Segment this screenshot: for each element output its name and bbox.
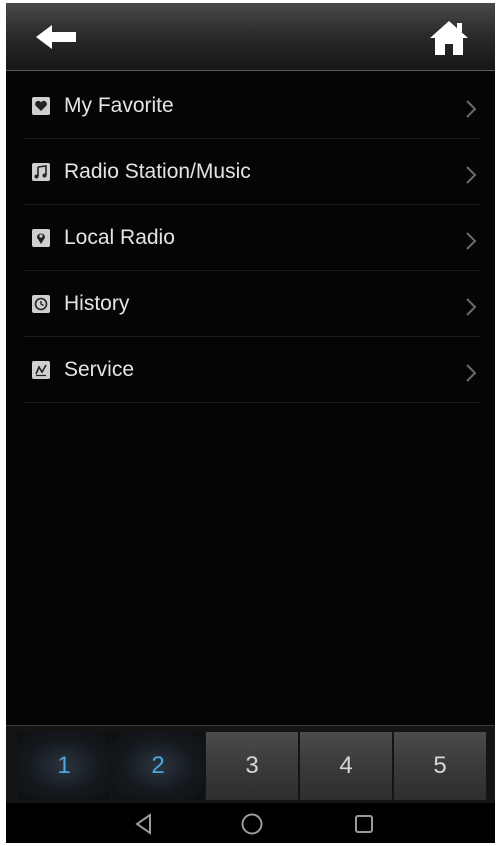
square-recents-icon: [355, 815, 373, 833]
menu-item-label: History: [64, 292, 130, 315]
menu-item-history[interactable]: History: [24, 271, 481, 337]
chevron-right-icon: [466, 364, 477, 382]
top-bar: [6, 3, 495, 71]
chevron-right-icon: [466, 100, 477, 118]
back-button[interactable]: [36, 23, 80, 51]
nav-back-button[interactable]: [131, 811, 157, 837]
heart-icon: [32, 97, 50, 115]
triangle-back-icon: [135, 813, 151, 835]
preset-button-5[interactable]: 5: [394, 732, 486, 800]
preset-bar: 1 2 3 4 5: [6, 725, 495, 804]
menu-item-label: My Favorite: [64, 94, 174, 117]
nav-recents-button[interactable]: [351, 811, 377, 837]
menu-item-local-radio[interactable]: Local Radio: [24, 205, 481, 271]
nav-home-button[interactable]: [239, 811, 265, 837]
home-button[interactable]: [429, 20, 469, 56]
location-pin-icon: [32, 229, 50, 247]
menu-item-service[interactable]: Service: [24, 337, 481, 403]
clock-icon: [32, 295, 50, 313]
preset-button-2[interactable]: 2: [112, 732, 204, 800]
app-screen: My Favorite Radio Station/Music Local Ra…: [6, 3, 495, 843]
menu-item-label: Radio Station/Music: [64, 160, 251, 183]
music-note-icon: [32, 163, 50, 181]
menu-item-radio-station-music[interactable]: Radio Station/Music: [24, 139, 481, 205]
circle-home-icon: [241, 813, 263, 835]
preset-button-3[interactable]: 3: [206, 732, 298, 800]
menu-item-label: Service: [64, 358, 135, 381]
preset-button-1[interactable]: 1: [18, 732, 110, 800]
main-menu: My Favorite Radio Station/Music Local Ra…: [6, 73, 495, 403]
menu-item-label: Local Radio: [64, 226, 175, 249]
menu-item-my-favorite[interactable]: My Favorite: [24, 73, 481, 139]
system-nav-bar: [6, 803, 495, 843]
chevron-right-icon: [466, 232, 477, 250]
back-arrow-icon: [36, 25, 76, 49]
chevron-right-icon: [466, 298, 477, 316]
service-icon: [32, 361, 50, 379]
home-icon: [430, 21, 468, 55]
chevron-right-icon: [466, 166, 477, 184]
preset-button-4[interactable]: 4: [300, 732, 392, 800]
